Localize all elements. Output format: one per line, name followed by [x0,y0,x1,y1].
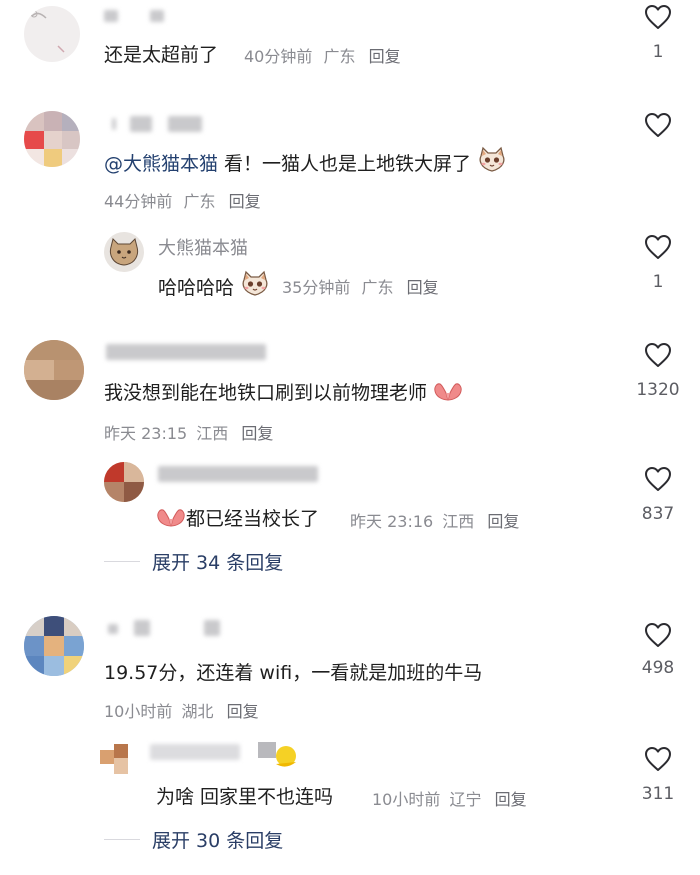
reply-author[interactable]: 大熊猫本猫 [158,234,248,260]
divider [104,561,140,562]
location: 广东 [323,47,356,66]
timestamp: 40分钟前 [244,47,313,66]
timestamp: 35分钟前 [282,278,351,297]
comment-text: @大熊猫本猫 看！一猫人也是上地铁大屏了 [104,146,507,176]
avatar[interactable] [24,6,80,62]
username-redacted [134,620,150,636]
avatar[interactable] [24,616,84,676]
reply-text: 为啥 回家里不也连吗 [156,786,334,808]
reply-body: 哈哈哈哈 [158,277,235,299]
like-count: 1 [652,42,664,62]
comment-text: 19.57分，还连着 wifi，一看就是加班的牛马 [104,662,483,684]
timestamp: 昨天 23:16 [350,512,434,531]
comment-text: 还是太超前了 [104,44,219,66]
reply-meta: 10小时前 辽宁 回复 [372,786,527,810]
reply-body: 都已经当校长了 [186,508,320,530]
heart-outline-icon[interactable] [644,112,672,138]
location: 江西 [442,512,475,531]
reply-text: 都已经当校长了 [156,504,319,531]
timestamp: 10小时前 [104,702,173,721]
heart-outline-icon[interactable] [644,234,672,260]
avatar[interactable] [24,111,80,167]
emoji-sticker [258,740,298,770]
palms-together-emoji [433,379,463,403]
username-redacted [150,10,164,22]
avatar[interactable] [24,340,84,400]
cat-emoji [240,270,270,298]
timestamp: 昨天 23:15 [104,424,188,443]
heart-outline-icon[interactable] [644,4,672,30]
avatar[interactable] [104,232,144,272]
username-redacted [150,744,240,760]
like-count: 1 [652,272,664,292]
heart-outline-icon[interactable] [644,746,672,772]
username-redacted [130,116,152,132]
comment-meta: 40分钟前 广东 回复 [244,43,401,67]
location: 辽宁 [449,790,482,809]
comment-meta: 10小时前 湖北 回复 [104,698,259,722]
reply-meta: 35分钟前 广东 回复 [282,274,439,298]
username-redacted [158,466,318,482]
location: 广东 [183,192,216,211]
divider [104,839,140,840]
avatar[interactable] [100,740,140,780]
like-count: 1320 [636,380,680,400]
username-redacted [168,116,202,132]
reply-button[interactable]: 回复 [495,790,527,809]
reply-button[interactable]: 回复 [229,192,261,211]
location: 广东 [361,278,394,297]
reply-button[interactable]: 回复 [241,424,273,443]
heart-outline-icon[interactable] [644,342,672,368]
username-redacted [204,620,220,636]
expand-replies-label[interactable]: 展开 30 条回复 [152,826,283,853]
reply-button[interactable]: 回复 [369,47,401,66]
like-count: 311 [641,784,675,804]
username-redacted [108,624,118,634]
comment-body: 看！一猫人也是上地铁大屏了 [218,153,472,175]
username-redacted [106,344,266,360]
expand-replies[interactable]: 展开 34 条回复 [104,548,283,575]
avatar[interactable] [104,462,144,502]
reply-button[interactable]: 回复 [487,512,519,531]
timestamp: 10小时前 [372,790,441,809]
timestamp: 44分钟前 [104,192,173,211]
like-count: 498 [641,658,675,678]
reply-text: 哈哈哈哈 [158,270,270,300]
expand-replies[interactable]: 展开 30 条回复 [104,826,283,853]
palms-together-emoji [156,505,186,529]
like-count: 837 [641,504,675,524]
mention-link[interactable]: @大熊猫本猫 [104,153,218,175]
cat-emoji [477,146,507,174]
heart-outline-icon[interactable] [644,466,672,492]
comment-meta: 44分钟前 广东 回复 [104,188,261,212]
reply-button[interactable]: 回复 [227,702,259,721]
comment-meta: 昨天 23:15 江西 回复 [104,420,273,444]
comment-text: 我没想到能在地铁口刷到以前物理老师 [104,378,463,405]
username-redacted [104,10,118,22]
reply-button[interactable]: 回复 [407,278,439,297]
heart-outline-icon[interactable] [644,622,672,648]
location: 江西 [196,424,229,443]
comment-body: 我没想到能在地铁口刷到以前物理老师 [104,382,428,404]
location: 湖北 [181,702,214,721]
expand-replies-label[interactable]: 展开 34 条回复 [152,548,283,575]
reply-meta: 昨天 23:16 江西 回复 [350,508,519,532]
username-redacted [112,118,116,130]
